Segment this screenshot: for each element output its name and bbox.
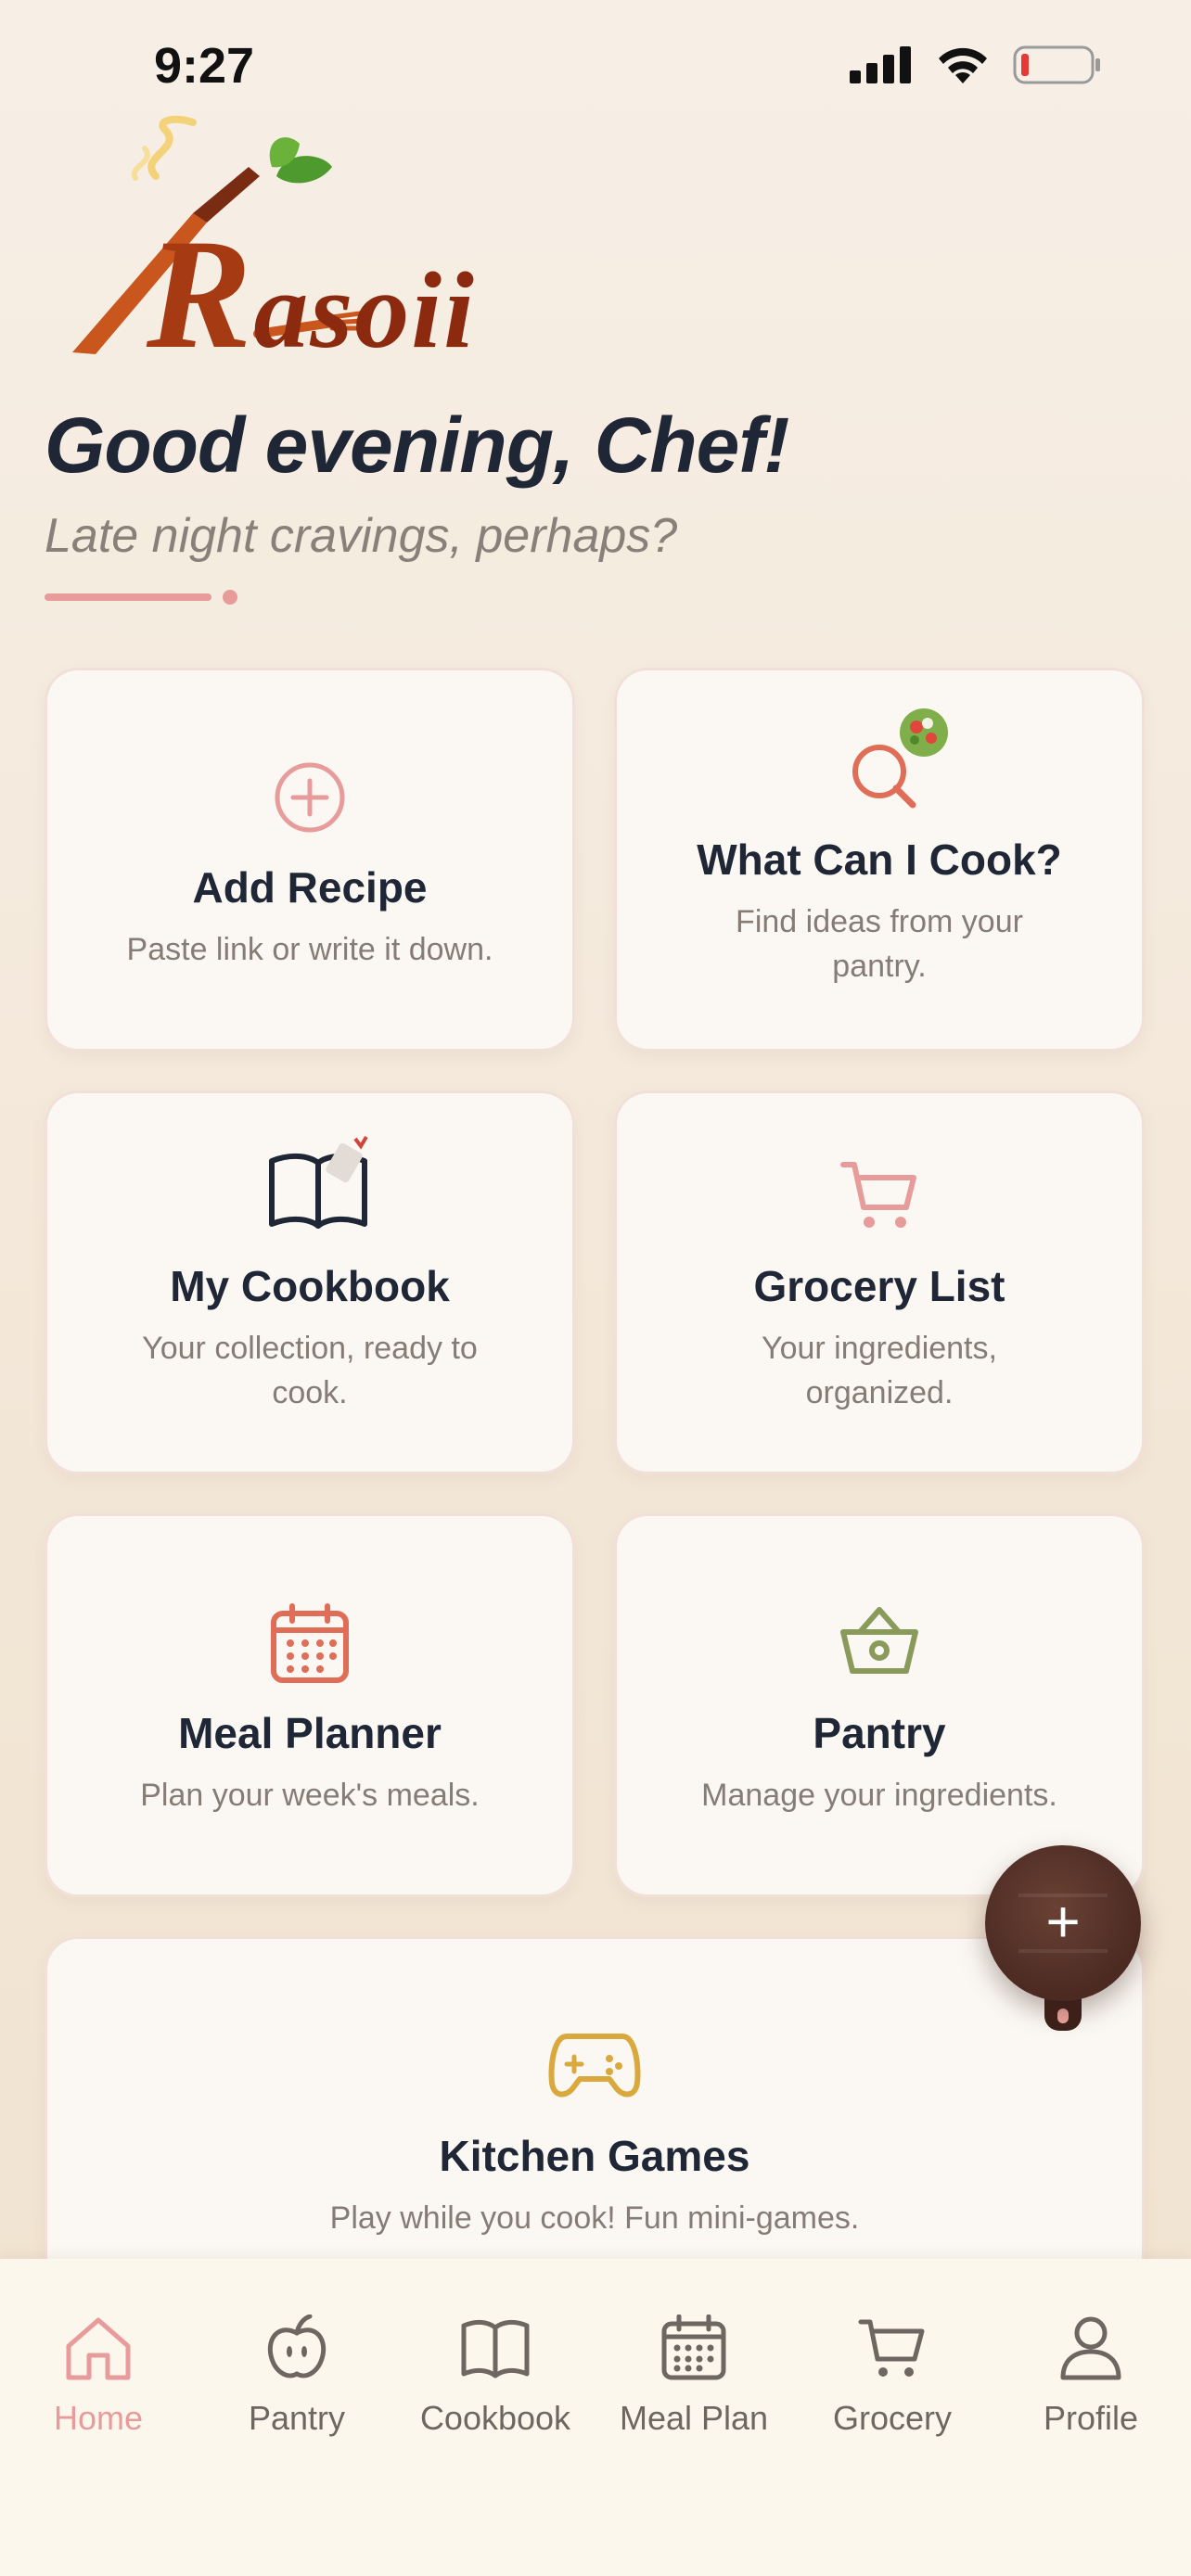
add-recipe-card[interactable]: Add Recipe Paste link or write it down. (45, 668, 575, 1052)
nav-home[interactable]: Home (6, 2315, 191, 2438)
nav-pantry-label: Pantry (248, 2399, 346, 2437)
meal-planner-card[interactable]: Meal Planner Plan your week's meals. (45, 1513, 575, 1897)
shopping-cart-icon (858, 2319, 925, 2377)
meal-planner-desc: Plan your week's meals. (140, 1778, 480, 1813)
nav-cookbook[interactable]: Cookbook (403, 2315, 588, 2438)
grocery-list-desc: Your ingredients, organized. (762, 1331, 997, 1410)
home-icon (66, 2317, 131, 2380)
nav-profile-label: Profile (1043, 2399, 1139, 2437)
status-icons (850, 45, 1102, 85)
status-time: 9:27 (154, 38, 255, 94)
nav-meal-plan-label: Meal Plan (619, 2399, 769, 2437)
add-recipe-title: Add Recipe (192, 863, 428, 912)
nav-cookbook-label: Cookbook (419, 2399, 571, 2437)
nav-grocery[interactable]: Grocery (800, 2315, 985, 2438)
grocery-list-title: Grocery List (753, 1262, 1005, 1310)
app-logo: Rasoii (54, 111, 480, 381)
bottom-nav: Home Pantry Cookbook Meal Plan Grocery P… (0, 2259, 1191, 2576)
shopping-cart-icon (840, 1162, 916, 1228)
add-recipe-desc: Paste link or write it down. (126, 932, 493, 967)
greeting-underline-dot (223, 590, 237, 605)
my-cookbook-card[interactable]: My Cookbook Your collection, ready to co… (45, 1090, 575, 1474)
nav-pantry[interactable]: Pantry (204, 2314, 390, 2438)
nav-meal-plan[interactable]: Meal Plan (601, 2314, 787, 2438)
my-cookbook-desc: Your collection, ready to cook. (142, 1331, 478, 1410)
calendar-icon (661, 2314, 726, 2380)
grocery-list-card[interactable]: Grocery List Your ingredients, organized… (614, 1090, 1145, 1474)
search-salad-icon (852, 708, 948, 809)
add-circle-icon (275, 762, 345, 833)
battery-icon (1013, 45, 1100, 84)
greeting-title: Good evening, Chef! (45, 402, 789, 489)
wifi-icon (939, 47, 987, 83)
what-can-i-cook-title: What Can I Cook? (697, 835, 1062, 884)
basket-icon (840, 1607, 918, 1674)
greeting-subtitle: Late night cravings, perhaps? (45, 509, 678, 563)
game-controller-icon (548, 2034, 641, 2098)
greeting-underline (45, 593, 211, 601)
what-can-i-cook-desc: Find ideas from your pantry. (736, 904, 1023, 984)
pantry-title: Pantry (813, 1709, 946, 1757)
meal-planner-title: Meal Planner (178, 1709, 442, 1757)
pantry-desc: Manage your ingredients. (701, 1778, 1057, 1813)
what-can-i-cook-card[interactable]: What Can I Cook? Find ideas from your pa… (614, 668, 1145, 1052)
logo-wordmark: Rasoii (147, 207, 476, 381)
calendar-icon (271, 1603, 349, 1683)
apple-icon (267, 2314, 327, 2378)
my-cookbook-title: My Cookbook (170, 1262, 450, 1310)
nav-profile[interactable]: Profile (998, 2315, 1184, 2438)
add-fab-button[interactable]: + (985, 1845, 1141, 2001)
nav-home-label: Home (53, 2399, 144, 2437)
kitchen-games-desc: Play while you cook! Fun mini-games. (329, 2200, 860, 2236)
open-book-icon (269, 1135, 368, 1229)
plus-icon: + (1045, 1888, 1081, 1955)
signal-icon (850, 46, 911, 83)
book-icon (461, 2319, 530, 2378)
user-icon (1060, 2316, 1121, 2380)
nav-grocery-label: Grocery (832, 2399, 953, 2437)
pantry-card[interactable]: Pantry Manage your ingredients. (614, 1513, 1145, 1897)
kitchen-games-title: Kitchen Games (439, 2132, 750, 2180)
